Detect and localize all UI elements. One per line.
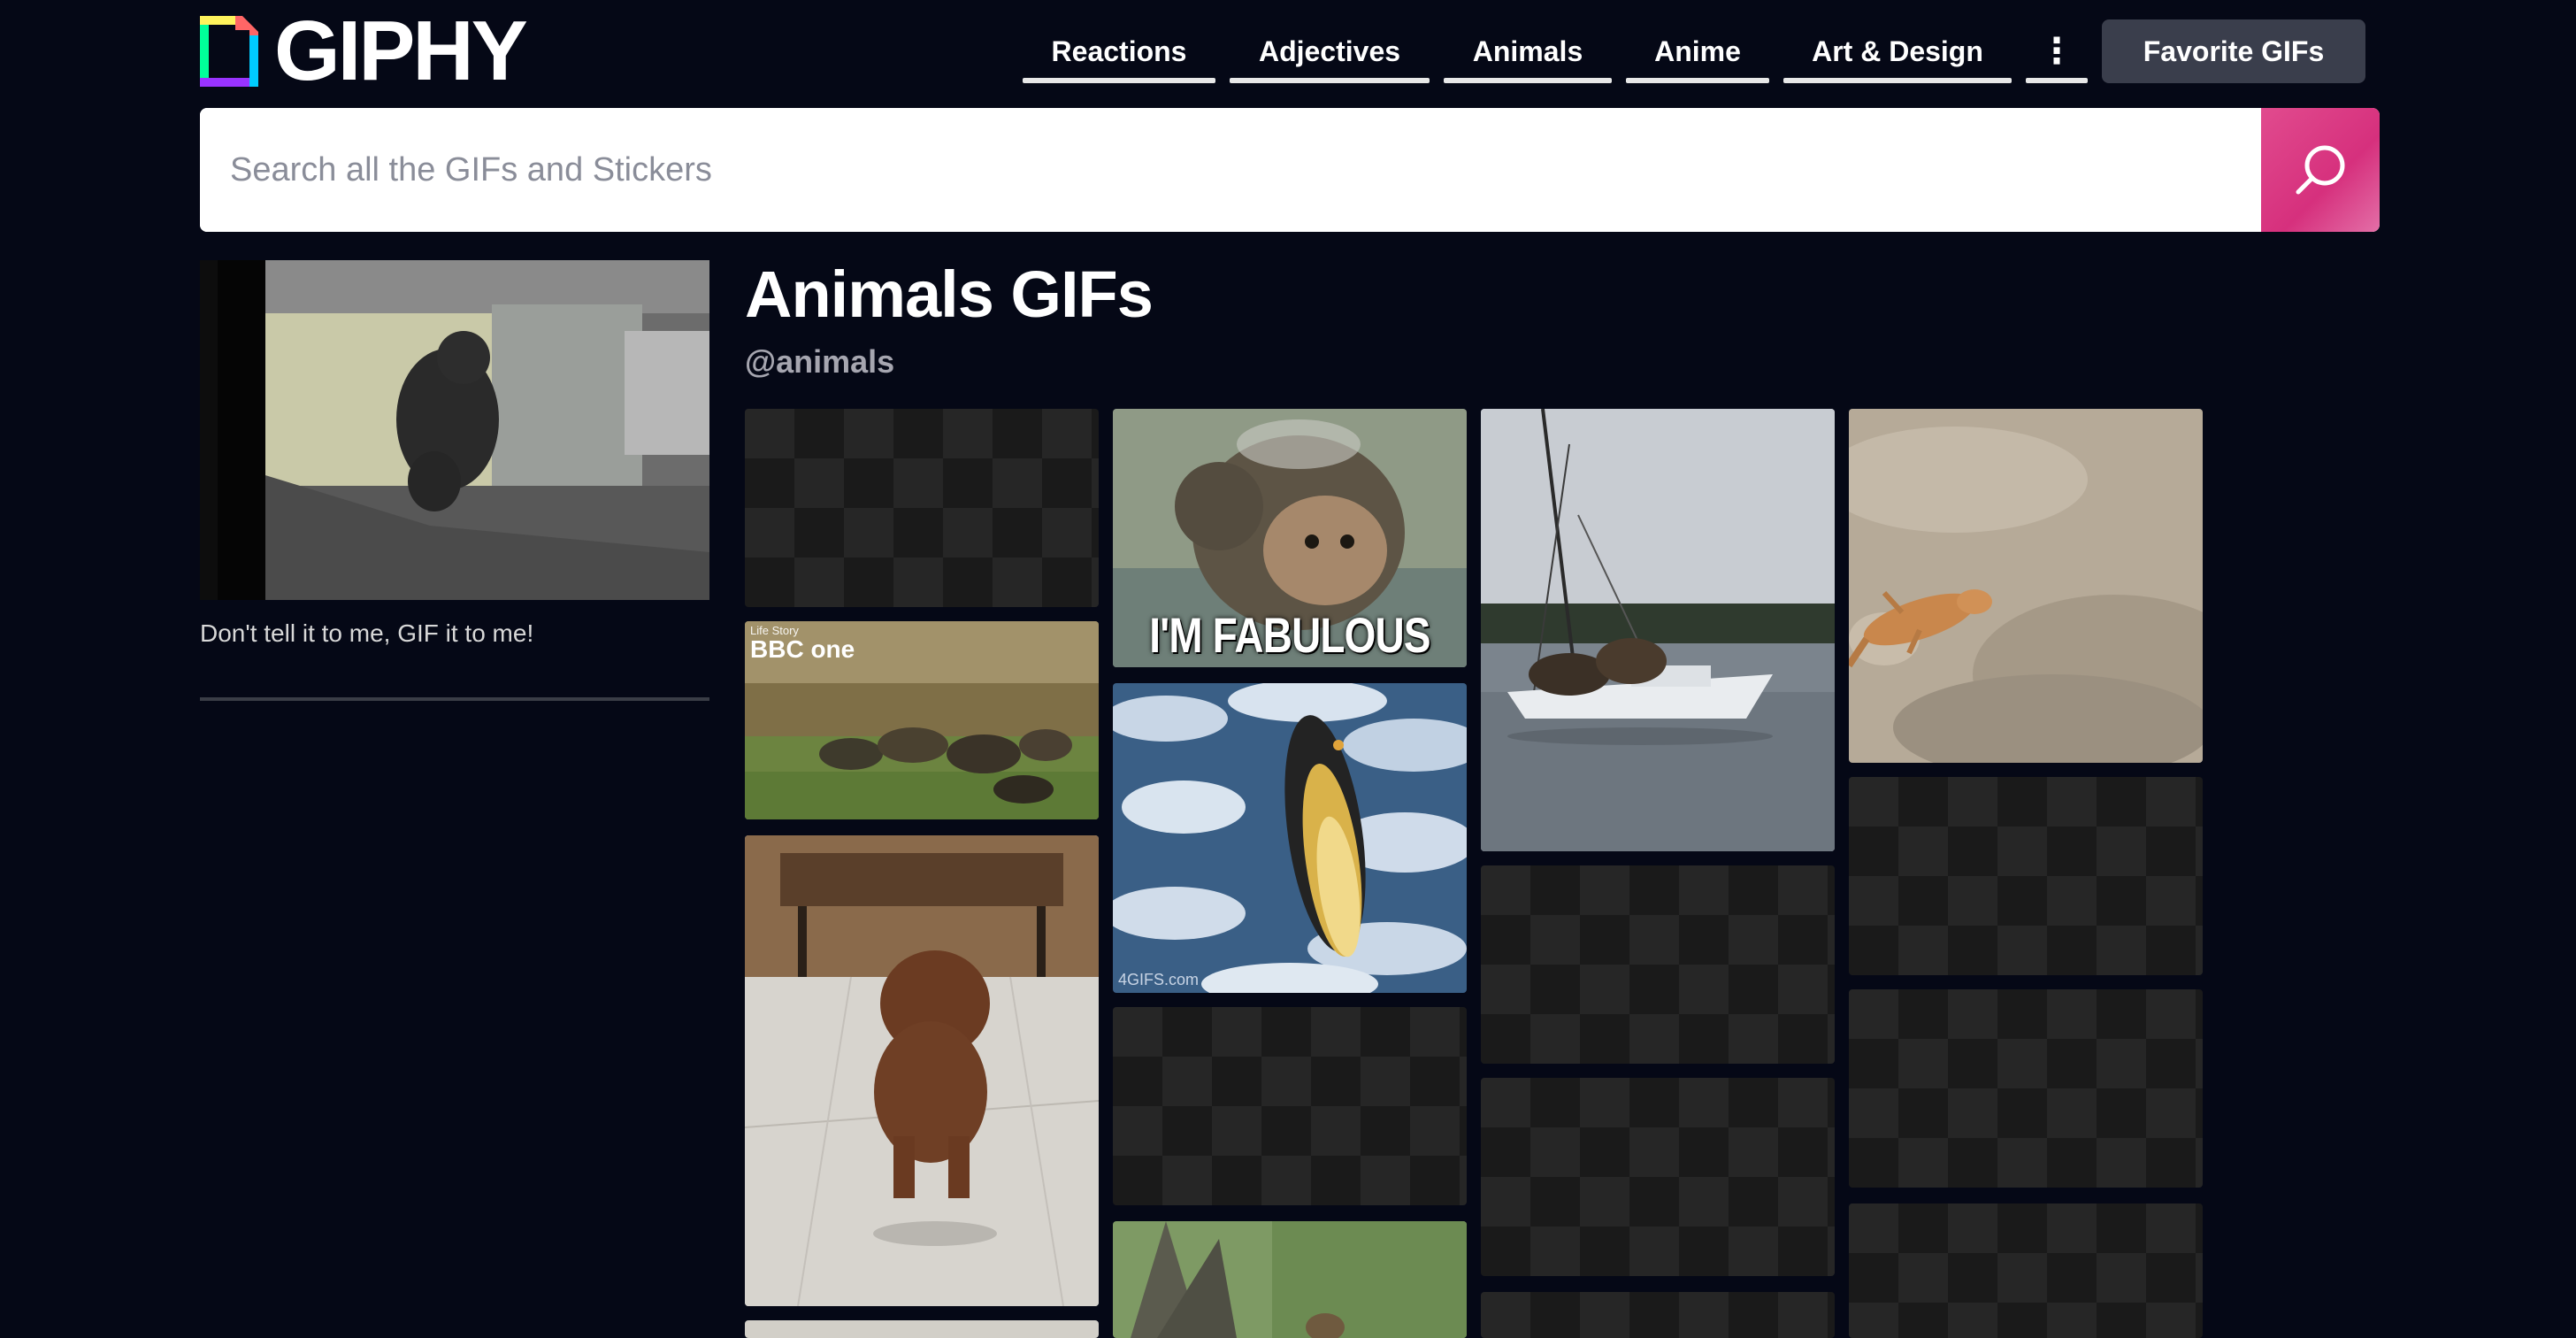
- gif-placeholder[interactable]: [1481, 1078, 1835, 1276]
- channel-tagline: Don't tell it to me, GIF it to me!: [200, 619, 534, 647]
- giphy-wordmark: GIPHY: [274, 4, 528, 98]
- search-bar: [200, 108, 2380, 232]
- channel-avatar[interactable]: [200, 260, 709, 600]
- thistle-gif[interactable]: [1113, 1221, 1467, 1338]
- gif-caption: I'M FABULOUS: [1149, 607, 1430, 663]
- bbc-one-watermark: Life Story BBC one: [750, 624, 855, 663]
- search-button[interactable]: [2261, 108, 2380, 232]
- penguin-watermark: 4GIFS.com: [1118, 971, 1200, 988]
- giphy-logo-icon: [200, 16, 258, 87]
- poodle-image: [745, 835, 1099, 1306]
- favorite-gifs-button[interactable]: Favorite GIFs: [2102, 19, 2365, 83]
- gorilla-gif: [200, 260, 709, 600]
- search-input[interactable]: [200, 108, 2261, 232]
- lizard-gif[interactable]: [1849, 409, 2203, 763]
- gif-placeholder[interactable]: [1849, 777, 2203, 975]
- nav-item-reactions[interactable]: Reactions: [1023, 19, 1215, 83]
- poodle-gif[interactable]: [745, 835, 1099, 1306]
- gif-tile[interactable]: [745, 1320, 1099, 1338]
- nav-item-adjectives[interactable]: Adjectives: [1230, 19, 1430, 83]
- thistle-image: [1113, 1221, 1467, 1338]
- top-nav: Reactions Adjectives Animals Anime Art &…: [1023, 19, 2102, 83]
- sea-lions-boat-gif[interactable]: [1481, 409, 1835, 851]
- sea-lions-boat-image: [1481, 409, 1835, 851]
- penguin-image: [1113, 683, 1467, 993]
- channel-handle[interactable]: @animals: [745, 343, 894, 381]
- page-title: Animals GIFs: [745, 258, 1154, 331]
- nav-item-anime[interactable]: Anime: [1626, 19, 1769, 83]
- gif-placeholder[interactable]: [1113, 1007, 1467, 1205]
- giphy-channel-page: GIPHY Reactions Adjectives Animals Anime…: [0, 0, 2576, 1338]
- giphy-logo[interactable]: GIPHY: [200, 4, 528, 98]
- search-icon: [2296, 145, 2345, 195]
- gif-placeholder[interactable]: [1849, 989, 2203, 1188]
- wild-dogs-gif[interactable]: Life Story BBC one: [745, 621, 1099, 819]
- lizard-image: [1849, 409, 2203, 763]
- im-fabulous-monkey-gif[interactable]: I'M FABULOUS: [1113, 409, 1467, 667]
- nav-item-animals[interactable]: Animals: [1444, 19, 1612, 83]
- nav-item-art-design[interactable]: Art & Design: [1783, 19, 2012, 83]
- vertical-ellipsis-icon[interactable]: ⋮: [2026, 19, 2088, 83]
- gif-placeholder[interactable]: [1481, 1292, 1835, 1338]
- gif-placeholder[interactable]: [745, 409, 1099, 607]
- penguin-gif[interactable]: 4GIFS.com: [1113, 683, 1467, 993]
- gif-placeholder[interactable]: [1481, 865, 1835, 1064]
- gif-placeholder[interactable]: [1849, 1203, 2203, 1338]
- sidebar-divider: [200, 697, 709, 701]
